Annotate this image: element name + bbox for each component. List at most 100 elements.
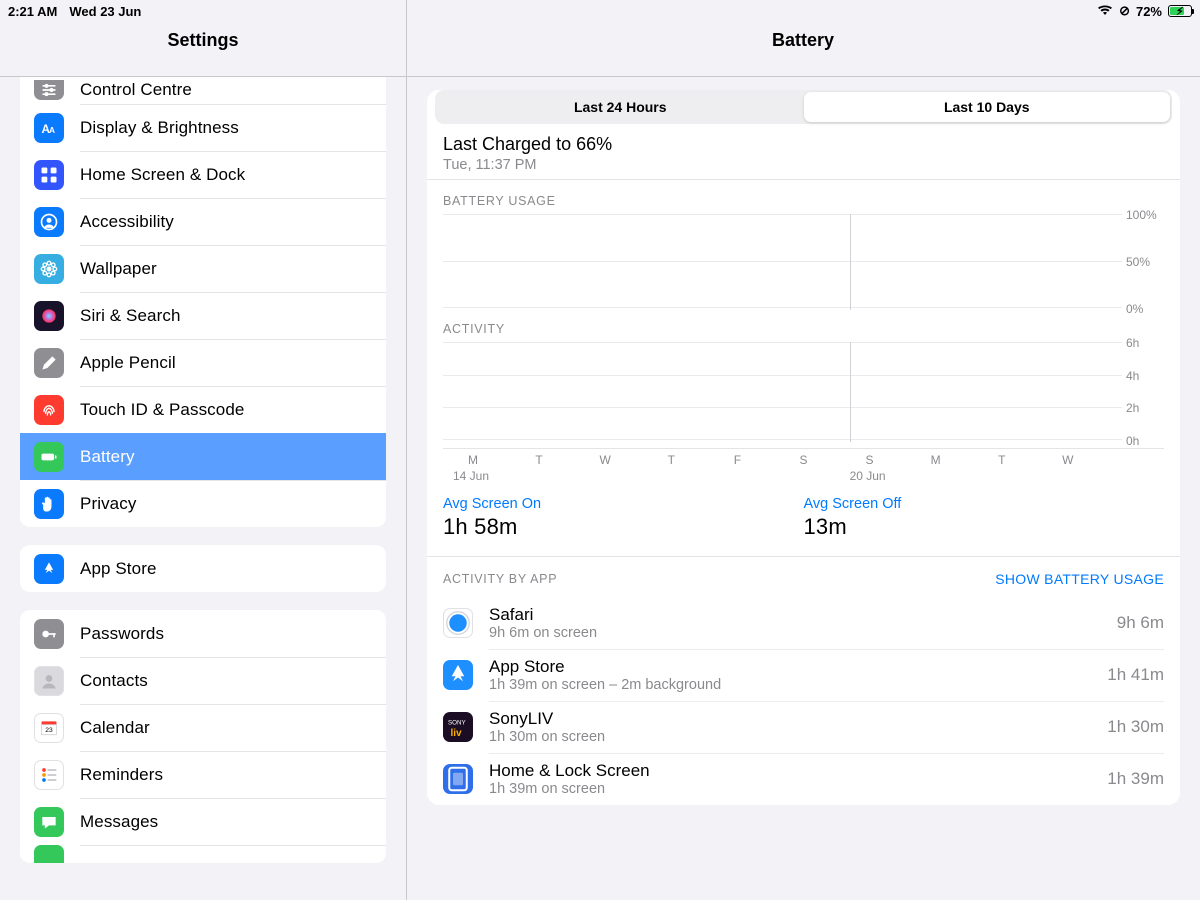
last-charged-title: Last Charged to 66% xyxy=(443,134,1164,155)
chart-x-axis: MTWTFSSMTW 14 Jun20 Jun xyxy=(443,448,1164,482)
activity-chart[interactable]: ACTIVITY 6h4h2h0h MTWTFSSMTW 14 Jun20 Ju… xyxy=(427,310,1180,482)
sidebar-item-label: Accessibility xyxy=(80,212,174,232)
header-divider xyxy=(0,76,406,77)
app-time: 1h 30m xyxy=(1107,717,1164,737)
app-list: Safari9h 6m on screen9h 6mApp Store1h 39… xyxy=(427,597,1180,805)
sidebar-item-passwords[interactable]: Passwords xyxy=(20,610,386,657)
status-bar: 2:21 AM Wed 23 Jun ⊘ 72% ⚡︎ xyxy=(0,0,1200,20)
show-battery-usage-button[interactable]: SHOW BATTERY USAGE xyxy=(995,571,1164,587)
svg-text:A: A xyxy=(49,125,55,135)
sidebar-item-control-centre[interactable]: Control Centre xyxy=(20,76,386,104)
sidebar-item-accessibility[interactable]: Accessibility xyxy=(20,198,386,245)
detail-title: Battery xyxy=(406,20,1200,76)
x-tick: M xyxy=(453,453,493,467)
app-detail: 1h 30m on screen xyxy=(489,729,1107,745)
orientation-lock-icon: ⊘ xyxy=(1119,3,1130,19)
sidebar-group: App Store xyxy=(20,545,386,592)
x-tick: S xyxy=(850,453,890,467)
key-icon xyxy=(34,619,64,649)
sidebar-item-contacts[interactable]: Contacts xyxy=(20,657,386,704)
x-tick: W xyxy=(1048,453,1088,467)
sidebar-item-reminders[interactable]: Reminders xyxy=(20,751,386,798)
sidebar-group: Control Centre AA Display & Brightness Home… xyxy=(20,76,386,527)
avg-screen-on-value: 1h 58m xyxy=(443,514,804,540)
app-name: Safari xyxy=(489,605,1117,625)
pencil-icon xyxy=(34,348,64,378)
sidebar-item-siri-search[interactable]: Siri & Search xyxy=(20,292,386,339)
sidebar-item-apple-pencil[interactable]: Apple Pencil xyxy=(20,339,386,386)
sidebar-item-more[interactable] xyxy=(20,845,386,863)
x-tick: W xyxy=(585,453,625,467)
app-row-home-lock-screen[interactable]: Home & Lock Screen1h 39m on screen1h 39m xyxy=(427,753,1180,805)
headers: Settings Battery xyxy=(0,20,1200,76)
app-time: 1h 39m xyxy=(1107,769,1164,789)
app-detail: 9h 6m on screen xyxy=(489,625,1117,641)
calendar-icon: 23 xyxy=(34,713,64,743)
header-divider xyxy=(407,76,1200,77)
status-battery-pct: 72% xyxy=(1136,4,1162,19)
time-range-segmented[interactable]: Last 24 Hours Last 10 Days xyxy=(435,90,1172,124)
sidebar-item-privacy[interactable]: Privacy xyxy=(20,480,386,527)
app-name: SonyLIV xyxy=(489,709,1107,729)
contacts-icon xyxy=(34,666,64,696)
sidebar-title: Settings xyxy=(0,20,406,76)
sidebar-item-battery[interactable]: Battery xyxy=(20,433,386,480)
svg-text:SONY: SONY xyxy=(448,720,467,727)
avg-screen-on-label: Avg Screen On xyxy=(443,496,804,512)
sidebar-item-app-store[interactable]: App Store xyxy=(20,545,386,592)
chart-label: BATTERY USAGE xyxy=(443,194,1164,208)
safari-icon xyxy=(443,608,473,638)
averages: Avg Screen On 1h 58m Avg Screen Off 13m xyxy=(427,482,1180,557)
seg-last-24h[interactable]: Last 24 Hours xyxy=(437,92,804,122)
reminders-icon xyxy=(34,760,64,790)
detail-pane[interactable]: Last 24 Hours Last 10 Days Last Charged … xyxy=(407,76,1200,900)
x-tick: M xyxy=(916,453,956,467)
seg-last-10d[interactable]: Last 10 Days xyxy=(804,92,1171,122)
hand-icon xyxy=(34,489,64,519)
sidebar-item-label: Wallpaper xyxy=(80,259,157,279)
text-size-icon: AA xyxy=(34,113,64,143)
sidebar-item-wallpaper[interactable]: Wallpaper xyxy=(20,245,386,292)
sidebar-item-touch-id-passcode[interactable]: Touch ID & Passcode xyxy=(20,386,386,433)
last-charged-section: Last Charged to 66% Tue, 11:37 PM xyxy=(427,124,1180,180)
svg-text:23: 23 xyxy=(45,727,53,734)
messages-icon xyxy=(34,807,64,837)
app-time: 1h 41m xyxy=(1107,665,1164,685)
chart-label: ACTIVITY xyxy=(443,322,1164,336)
split-divider xyxy=(406,0,407,900)
person-circle-icon xyxy=(34,207,64,237)
sidebar-item-label: Home Screen & Dock xyxy=(80,165,245,185)
x-date-label: 20 Jun xyxy=(850,469,916,483)
app-detail: 1h 39m on screen – 2m background xyxy=(489,677,1107,693)
x-date-label: 14 Jun xyxy=(453,469,519,483)
app-row-sonyliv[interactable]: SONYliv SonyLIV1h 30m on screen1h 30m xyxy=(427,701,1180,753)
sliders-icon xyxy=(34,80,64,100)
sidebar-item-display-brightness[interactable]: AA Display & Brightness xyxy=(20,104,386,151)
activity-by-app-label: ACTIVITY BY APP xyxy=(443,572,557,586)
sidebar-item-label: Privacy xyxy=(80,494,136,514)
appstore-icon xyxy=(443,660,473,690)
app-time: 9h 6m xyxy=(1117,613,1164,633)
sidebar-item-label: Touch ID & Passcode xyxy=(80,400,244,420)
activity-by-app-header: ACTIVITY BY APP SHOW BATTERY USAGE xyxy=(427,557,1180,597)
sidebar-item-calendar[interactable]: 23Calendar xyxy=(20,704,386,751)
x-tick: T xyxy=(982,453,1022,467)
app-row-safari[interactable]: Safari9h 6m on screen9h 6m xyxy=(427,597,1180,649)
appstore-icon xyxy=(34,554,64,584)
sidebar-item-label: Battery xyxy=(80,447,135,467)
sonyliv-icon: SONYliv xyxy=(443,712,473,742)
app-row-app-store[interactable]: App Store1h 39m on screen – 2m backgroun… xyxy=(427,649,1180,701)
sidebar-item-label: App Store xyxy=(80,559,157,579)
sidebar[interactable]: Control Centre AA Display & Brightness Home… xyxy=(0,76,406,900)
sidebar-item-messages[interactable]: Messages xyxy=(20,798,386,845)
app-name: Home & Lock Screen xyxy=(489,761,1107,781)
sidebar-item-label: Display & Brightness xyxy=(80,118,239,138)
avg-screen-off-value: 13m xyxy=(804,514,1165,540)
last-charged-sub: Tue, 11:37 PM xyxy=(443,157,1164,173)
sidebar-item-label: Reminders xyxy=(80,765,163,785)
battery-usage-chart[interactable]: BATTERY USAGE 100%50%0% xyxy=(427,180,1180,310)
sidebar-item-home-screen-dock[interactable]: Home Screen & Dock xyxy=(20,151,386,198)
siri-icon xyxy=(34,301,64,331)
app-detail: 1h 39m on screen xyxy=(489,781,1107,797)
wifi-icon xyxy=(1097,4,1113,19)
